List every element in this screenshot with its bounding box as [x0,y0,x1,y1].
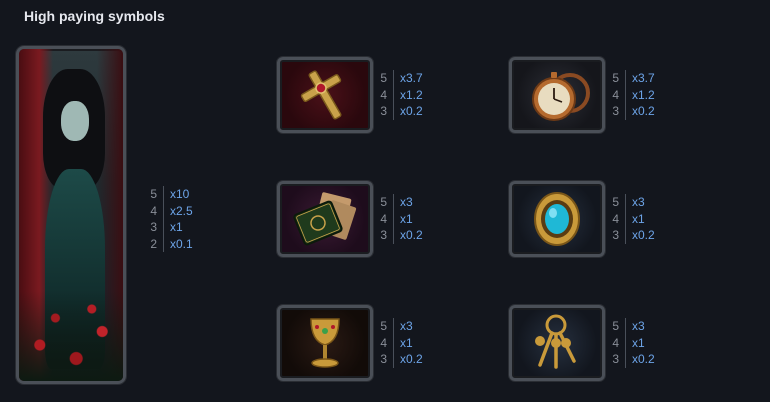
pay-row: 4 x1 [380,210,413,227]
pay-row: 4 x1.2 [612,86,655,103]
gothic-lady-icon [16,46,126,384]
pay-row: 4 x1 [612,210,645,227]
pay-row: 5 x3.7 [612,70,655,87]
pay-row: 3 x0.2 [380,227,423,244]
pay-row: 3 x0.2 [612,103,655,120]
pocket-watch-icon [509,57,605,133]
pocket-watch-paytable: 5 x3.7 4 x1.2 3 x0.2 [612,70,655,120]
pay-row: 4 x1.2 [380,86,423,103]
spell-book-paytable: 5 x3 4 x1 3 x0.2 [380,194,423,244]
pay-row: 5 x3 [612,318,645,335]
keys-paytable: 5 x3 4 x1 3 x0.2 [612,318,655,368]
brooch-paytable: 5 x3 4 x1 3 x0.2 [612,194,655,244]
pay-row: 5 x3 [380,194,413,211]
pay-row: 5 x3.7 [380,70,423,87]
pay-row: 3 x0.2 [612,227,655,244]
pay-row: 3 x0.2 [380,351,423,368]
section-title: High paying symbols [24,8,165,24]
cross-paytable: 5 x3.7 4 x1.2 3 x0.2 [380,70,423,120]
pay-row: 3 x0.2 [612,351,655,368]
cross-icon [277,57,373,133]
brooch-icon [509,181,605,257]
pay-row: 4 x1 [612,334,645,351]
pay-row: 3 x1 [150,219,183,236]
pay-row: 3 x0.2 [380,103,423,120]
spell-book-icon [277,181,373,257]
pay-row: 5 x3 [380,318,413,335]
pay-row: 4 x2.5 [150,202,193,219]
pay-row: 5 x10 [150,186,190,203]
pay-row: 5 x3 [612,194,645,211]
pay-row: 2 x0.1 [150,235,193,252]
keys-icon [509,305,605,381]
pay-row: 4 x1 [380,334,413,351]
wild-paytable: 5 x10 4 x2.5 3 x1 2 x0.1 [150,186,193,252]
goblet-paytable: 5 x3 4 x1 3 x0.2 [380,318,423,368]
goblet-icon [277,305,373,381]
